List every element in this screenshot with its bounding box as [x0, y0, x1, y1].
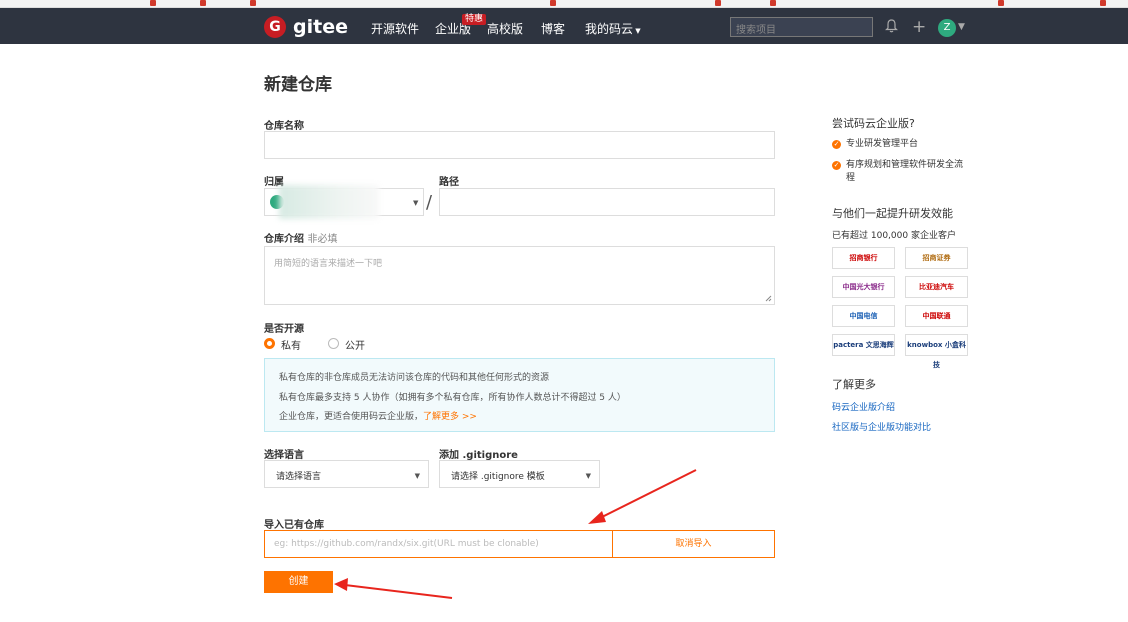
annotation-arrow-create	[334, 578, 453, 599]
annotation-arrows	[334, 469, 697, 599]
annotation-arrow-import	[588, 469, 697, 524]
